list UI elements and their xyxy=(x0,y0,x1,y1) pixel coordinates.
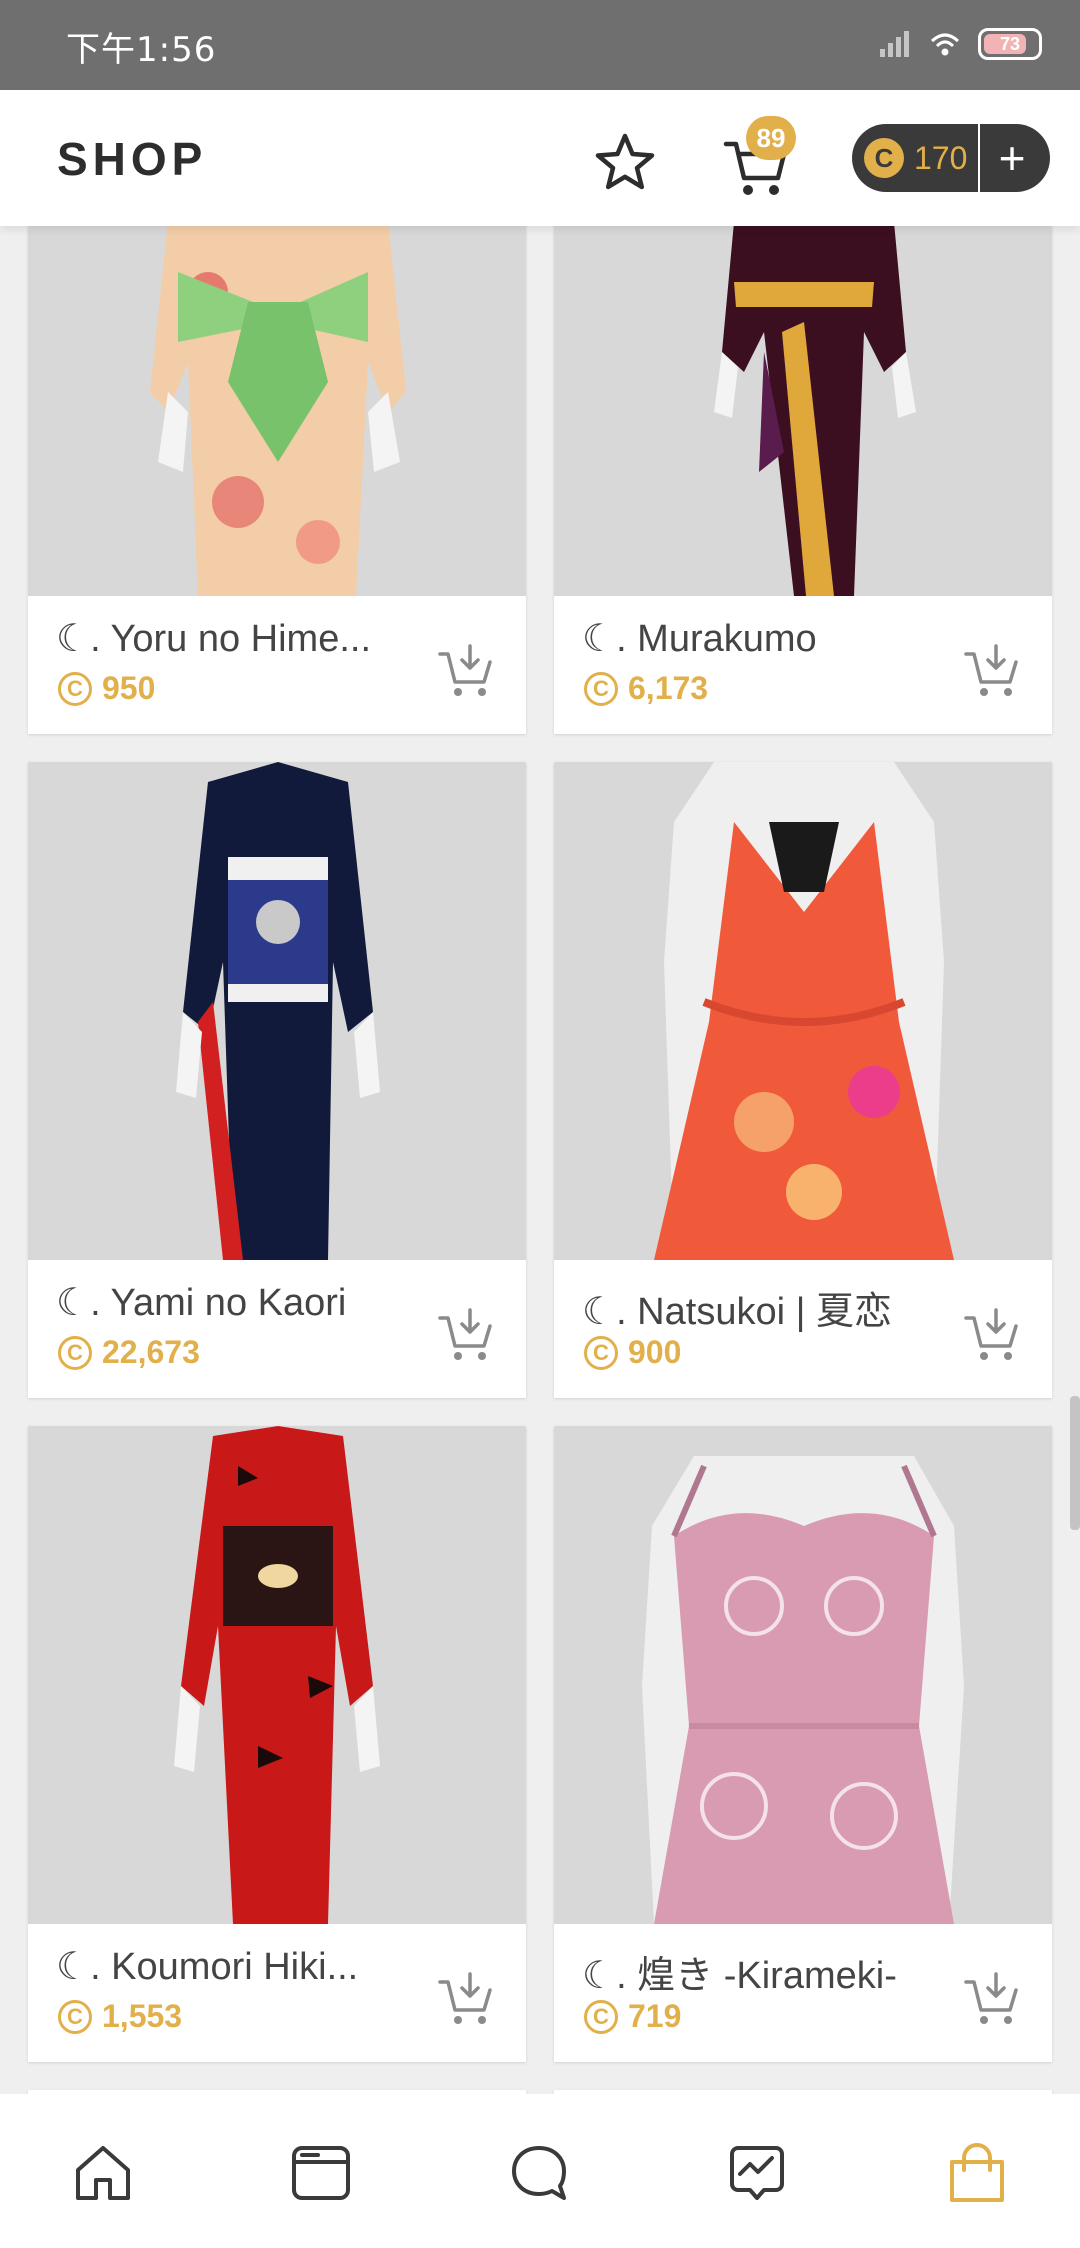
status-bar: 下午1:56 73 xyxy=(0,0,1080,90)
coin-icon: C xyxy=(58,671,92,706)
product-name: ☾. Yami no Kaori xyxy=(56,1282,347,1324)
product-info: ☾. Yoru no Hime... C 950 xyxy=(28,596,526,734)
wifi-icon xyxy=(930,33,960,56)
battery-level: 73 xyxy=(999,33,1021,54)
page-title: SHOP xyxy=(57,133,208,185)
price-value: 719 xyxy=(628,1998,682,2034)
favorites-star-icon[interactable] xyxy=(592,130,658,196)
price-value: 900 xyxy=(628,1334,682,1370)
battery-icon: 73 xyxy=(978,28,1042,60)
product-card[interactable]: ☾. Natsukoi | 夏恋 C 900 xyxy=(554,762,1052,1398)
product-info: ☾. Yami no Kaori C 22,673 xyxy=(28,1260,526,1398)
coin-icon: C xyxy=(584,671,618,706)
signal-icon xyxy=(880,31,909,57)
price-value: 1,553 xyxy=(102,1998,183,2034)
browser-icon[interactable] xyxy=(288,2140,354,2206)
add-to-cart-icon[interactable] xyxy=(436,1304,496,1364)
coin-icon: C xyxy=(864,138,904,178)
shop-header: SHOP 89 C 170 + xyxy=(0,90,1080,226)
product-image[interactable] xyxy=(28,222,526,596)
product-card[interactable]: ☾. Yami no Kaori C 22,673 xyxy=(28,762,526,1398)
product-name: ☾. Murakumo xyxy=(582,618,817,660)
product-image[interactable] xyxy=(28,762,526,1260)
product-info: ☾. 煌き -Kirameki- C 719 xyxy=(554,1924,1052,2062)
product-image[interactable] xyxy=(28,1426,526,1924)
scrollbar-thumb[interactable] xyxy=(1070,1396,1080,1530)
price-value: 22,673 xyxy=(102,1334,200,1370)
activity-icon[interactable] xyxy=(724,2140,790,2206)
product-name: ☾. 煌き -Kirameki- xyxy=(582,1955,897,1997)
product-name: ☾. Natsukoi | 夏恋 xyxy=(582,1291,893,1333)
product-info: ☾. Murakumo C 6,173 xyxy=(554,596,1052,734)
price-value: 6,173 xyxy=(628,670,709,706)
product-price: C 900 xyxy=(584,1334,681,1371)
product-image[interactable] xyxy=(554,222,1052,596)
product-card[interactable]: ☾. Koumori Hiki... C 1,553 xyxy=(28,1426,526,2062)
shopping-bag-icon[interactable] xyxy=(944,2140,1010,2206)
status-icons: 73 xyxy=(878,22,1042,66)
coin-icon: C xyxy=(584,1335,618,1370)
bottom-nav xyxy=(0,2094,1080,2248)
product-card[interactable]: ☾. 煌き -Kirameki- C 719 xyxy=(554,1426,1052,2062)
coin-icon: C xyxy=(584,1999,618,2034)
product-name: ☾. Yoru no Hime... xyxy=(56,618,372,660)
add-to-cart-icon[interactable] xyxy=(436,1968,496,2028)
shop-screen: 下午1:56 73 SHOP 89 C 170 + ☾. Yoru no Him… xyxy=(0,0,1080,2248)
product-price: C 719 xyxy=(584,1998,681,2035)
cart-count-badge: 89 xyxy=(746,116,796,160)
add-coins-button[interactable]: + xyxy=(980,124,1044,192)
product-card[interactable]: ☾. Murakumo C 6,173 xyxy=(554,222,1052,734)
product-price: C 6,173 xyxy=(584,670,708,707)
product-info: ☾. Koumori Hiki... C 1,553 xyxy=(28,1924,526,2062)
add-to-cart-icon[interactable] xyxy=(436,640,496,700)
product-price: C 950 xyxy=(58,670,155,707)
status-time: 下午1:56 xyxy=(66,30,217,70)
price-value: 950 xyxy=(102,670,156,706)
add-to-cart-icon[interactable] xyxy=(962,1304,1022,1364)
product-price: C 22,673 xyxy=(58,1334,200,1371)
product-card[interactable]: ☾. Yoru no Hime... C 950 xyxy=(28,222,526,734)
product-name: ☾. Koumori Hiki... xyxy=(56,1946,359,1988)
product-image[interactable] xyxy=(554,762,1052,1260)
coin-amount: 170 xyxy=(914,139,968,176)
home-icon[interactable] xyxy=(70,2140,136,2206)
coin-icon: C xyxy=(58,1335,92,1370)
product-image[interactable] xyxy=(554,1426,1052,1924)
add-to-cart-icon[interactable] xyxy=(962,1968,1022,2028)
add-to-cart-icon[interactable] xyxy=(962,640,1022,700)
coin-icon: C xyxy=(58,1999,92,2034)
product-price: C 1,553 xyxy=(58,1998,182,2035)
product-info: ☾. Natsukoi | 夏恋 C 900 xyxy=(554,1260,1052,1398)
coin-balance: C 170 + xyxy=(852,124,1050,192)
chat-icon[interactable] xyxy=(506,2140,572,2206)
